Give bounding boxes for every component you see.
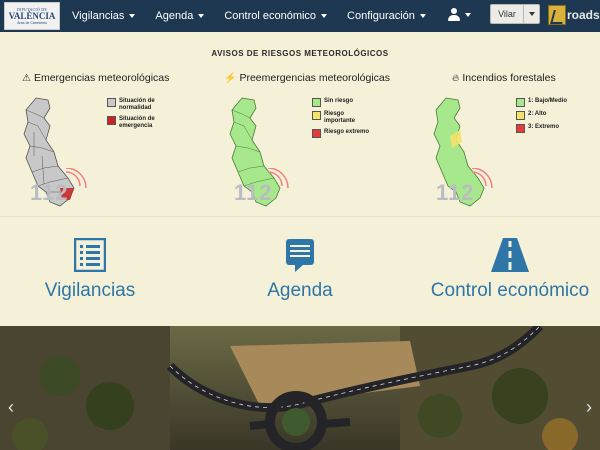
legend-swatch xyxy=(516,98,525,107)
menu-configuracion-label: Configuración xyxy=(347,10,415,22)
legend-label: 3: Extremo xyxy=(528,124,560,130)
legend-label: Riesgo extremo xyxy=(324,129,370,135)
caret-down-icon xyxy=(419,14,426,18)
legend-item: Riesgo extremo xyxy=(312,129,370,138)
carousel-prev-button[interactable]: ‹ xyxy=(4,395,18,419)
road-icon xyxy=(491,238,529,272)
aerial-roundabout-photo xyxy=(0,326,600,450)
user-selector: Vilar xyxy=(490,4,540,24)
legend-swatch xyxy=(107,98,116,107)
legend-item: Situación de normalidad xyxy=(107,98,165,112)
user-selector-button[interactable]: Vilar xyxy=(490,4,524,24)
legend-label: 1: Bajo/Medio xyxy=(528,98,568,104)
menu-control-economico[interactable]: Control económico xyxy=(224,10,328,22)
menu-configuracion[interactable]: Configuración xyxy=(347,10,426,22)
legend-swatch xyxy=(312,111,321,120)
legend-swatch xyxy=(312,129,321,138)
caret-down-icon xyxy=(198,14,205,18)
legend-emergencias: Situación de normalidad Situación de eme… xyxy=(107,98,165,134)
legend-label: Riesgo importante xyxy=(324,111,356,124)
legend-label: Situación de normalidad xyxy=(119,98,155,111)
feature-agenda[interactable]: Agenda xyxy=(250,238,350,302)
panel-emergencias: ⚠ Emergencias meteorológicas xyxy=(22,72,169,84)
panel-emergencias-heading: ⚠ Emergencias meteorológicas xyxy=(22,72,169,84)
menu-agenda-label: Agenda xyxy=(155,10,194,22)
legend-swatch xyxy=(312,98,321,107)
diputacio-valencia-logo[interactable]: DIPUTACIÓ DE VALÈNCIA Àrea de Carreteres xyxy=(4,2,60,30)
section-divider xyxy=(0,216,600,217)
roads-brand-text: roads xyxy=(567,8,600,22)
legend-label: Situación de emergencia xyxy=(119,116,155,129)
feature-vigilancias-label: Vigilancias xyxy=(44,280,136,301)
legend-item: Situación de emergencia xyxy=(107,116,165,130)
caret-down-icon xyxy=(129,14,136,18)
caret-down-icon xyxy=(321,14,328,18)
alerts-title: Avisos de riesgos meteorológicos xyxy=(211,49,389,58)
panel-preemergencias-title: Preemergencias meteorológicas xyxy=(239,72,391,84)
signal-waves-icon xyxy=(65,168,87,189)
feature-control-economico-label: Control económico xyxy=(430,280,590,301)
logo-line3: Àrea de Carreteres xyxy=(17,21,47,25)
legend-preemergencias: Sin riesgo Riesgo importante Riesgo extr… xyxy=(312,98,370,142)
legend-item: 3: Extremo xyxy=(516,124,574,133)
chat-icon xyxy=(286,239,314,272)
roads-mark-icon xyxy=(548,5,566,25)
panel-preemergencias: ⚡ Preemergencias meteorológicas xyxy=(224,72,390,84)
list-icon xyxy=(74,238,106,272)
menu-control-economico-label: Control económico xyxy=(224,10,317,22)
roads-brand-logo: roads xyxy=(548,5,600,25)
main-menu: Vigilancias Agenda Control económico Con… xyxy=(72,10,446,22)
legend-label: Sin riesgo xyxy=(324,98,354,104)
panel-incendios-heading: 🔥︎ Incendios forestales xyxy=(452,72,556,84)
warning-icon: ⚠ xyxy=(22,72,31,84)
signal-waves-icon xyxy=(267,168,289,189)
user-icon xyxy=(448,8,460,22)
chevron-right-icon: › xyxy=(586,396,592,417)
lightning-icon: ⚡ xyxy=(224,72,237,84)
menu-agenda[interactable]: Agenda xyxy=(155,10,205,22)
legend-swatch xyxy=(107,116,116,125)
legend-swatch xyxy=(516,111,525,120)
legend-incendios: 1: Bajo/Medio 2: Alto 3: Extremo xyxy=(516,98,574,137)
legend-item: Sin riesgo xyxy=(312,98,370,107)
user-selector-dropdown[interactable] xyxy=(524,4,540,24)
menu-vigilancias[interactable]: Vigilancias xyxy=(72,10,136,22)
legend-item: 1: Bajo/Medio xyxy=(516,98,574,107)
fire-icon: 🔥︎ xyxy=(452,72,460,84)
legend-item: Riesgo importante xyxy=(312,111,370,125)
logo-line2: VALÈNCIA xyxy=(8,11,56,21)
legend-item: 2: Alto xyxy=(516,111,574,120)
legend-swatch xyxy=(516,124,525,133)
panel-preemergencias-heading: ⚡ Preemergencias meteorológicas xyxy=(224,72,390,84)
feature-agenda-label: Agenda xyxy=(267,280,333,301)
caret-down-icon xyxy=(465,13,471,17)
legend-label: 2: Alto xyxy=(528,111,547,117)
signal-waves-icon xyxy=(471,168,493,189)
user-menu[interactable] xyxy=(448,8,471,22)
feature-control-economico[interactable]: Control económico xyxy=(422,238,598,302)
feature-vigilancias[interactable]: Vigilancias xyxy=(40,238,140,302)
top-navbar: DIPUTACIÓ DE VALÈNCIA Àrea de Carreteres… xyxy=(0,0,600,32)
panel-incendios: 🔥︎ Incendios forestales xyxy=(452,72,556,84)
panel-emergencias-title: Emergencias meteorológicas xyxy=(33,72,170,84)
caret-down-icon xyxy=(528,12,535,16)
chevron-left-icon: ‹ xyxy=(8,396,14,417)
menu-vigilancias-label: Vigilancias xyxy=(72,10,125,22)
panel-incendios-title: Incendios forestales xyxy=(462,72,556,84)
hero-carousel-image xyxy=(0,326,600,450)
carousel-next-button[interactable]: › xyxy=(582,395,596,419)
